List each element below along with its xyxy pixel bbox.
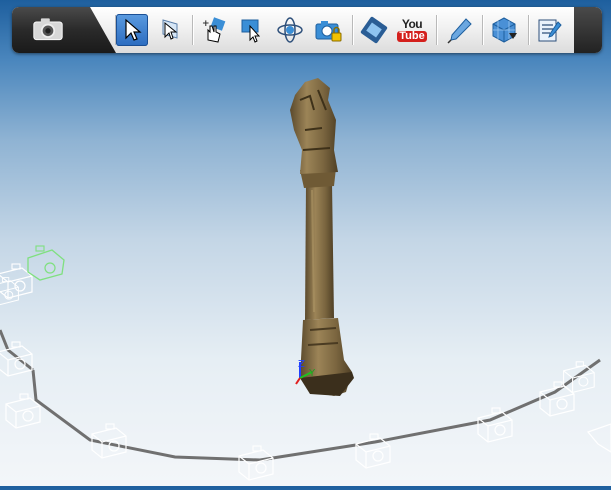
camera-frame[interactable]: [586, 423, 611, 453]
camera-panel: [12, 7, 116, 53]
svg-text:+: +: [202, 19, 210, 29]
cube-download-icon[interactable]: [488, 14, 520, 46]
document-edit-icon[interactable]: [532, 14, 564, 46]
camera-frame[interactable]: [0, 341, 33, 377]
film-icon[interactable]: [358, 14, 390, 46]
camera-icon[interactable]: [32, 13, 64, 45]
hand-add-icon[interactable]: +: [198, 14, 230, 46]
cursor-move-icon[interactable]: [236, 14, 268, 46]
axis-z-label: Z: [298, 359, 305, 370]
scene-svg: Z Y: [0, 78, 611, 481]
toolbar-end-cap: [574, 7, 602, 53]
axis-y-label: Y: [308, 368, 316, 379]
main-toolbar: + You Tube: [12, 7, 602, 53]
pointer-select-icon[interactable]: [116, 14, 148, 46]
select-3d-icon[interactable]: [154, 14, 186, 46]
camera-frame[interactable]: [539, 381, 575, 417]
pen-icon[interactable]: [444, 14, 476, 46]
camera-frame[interactable]: [0, 263, 33, 299]
camera-lock-icon[interactable]: [312, 14, 344, 46]
camera-frame-selected[interactable]: [27, 245, 65, 281]
3d-model-column[interactable]: [290, 78, 354, 396]
youtube-tube-text: Tube: [397, 30, 427, 42]
youtube-you-text: You: [401, 17, 423, 31]
youtube-icon[interactable]: You Tube: [396, 14, 428, 46]
camera-frame[interactable]: [0, 277, 19, 306]
3d-viewport[interactable]: Z Y: [0, 0, 611, 486]
camera-frame[interactable]: [238, 445, 274, 481]
orbit-icon[interactable]: [274, 14, 306, 46]
